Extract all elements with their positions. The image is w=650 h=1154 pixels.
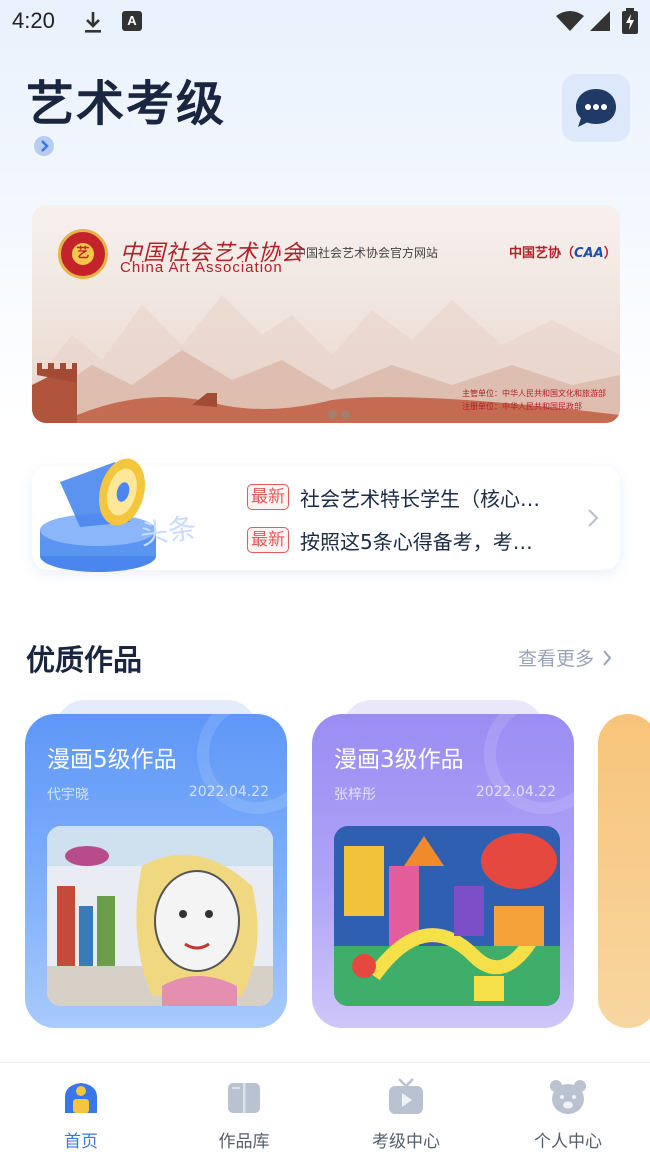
banner-carousel[interactable]: 艺 中国社会艺术协会 China Art Association 中国社会艺术协… — [32, 205, 620, 423]
status-bar: 4:20 A — [0, 0, 650, 44]
mountain-illustration — [32, 295, 620, 423]
book-icon — [228, 1083, 260, 1113]
news-tag: 最新 — [247, 484, 289, 510]
bear-icon — [550, 1080, 586, 1114]
wifi-icon — [556, 11, 584, 31]
megaphone-icon: 头条 — [40, 458, 198, 572]
status-time: 4:20 — [12, 8, 55, 33]
chat-bubble-icon — [576, 89, 616, 127]
logo-char: 艺 — [72, 243, 94, 265]
work-date: 2022.04.22 — [188, 784, 269, 800]
bottom-tab-bar: 首页 作品库 考级中心 个人中心 — [0, 1062, 650, 1154]
tab-label: 个人中心 — [534, 1132, 602, 1152]
notification-a-icon: A — [122, 11, 142, 31]
brand-abbr: CAA — [574, 246, 604, 261]
signal-icon — [590, 11, 610, 31]
work-card-partial[interactable] — [598, 714, 650, 1028]
news-text: 社会艺术特长学生（核心… — [300, 486, 540, 511]
banner-org-name-en: China Art Association — [120, 259, 283, 276]
see-more-label: 查看更多 — [518, 648, 595, 670]
work-author: 代宇晓 — [47, 787, 89, 803]
brand-close: ） — [603, 246, 617, 261]
tab-home[interactable]: 首页 — [26, 1077, 136, 1152]
tab-profile[interactable]: 个人中心 — [513, 1077, 623, 1152]
tab-label: 首页 — [64, 1132, 98, 1152]
tab-label: 作品库 — [218, 1132, 270, 1152]
news-illus-text: 头条 — [138, 511, 198, 551]
work-author: 张梓彤 — [334, 787, 376, 803]
artwork-image — [334, 826, 560, 1006]
see-more-link[interactable]: 查看更多 — [518, 644, 612, 671]
banner-site-label: 中国社会艺术协会官方网站 — [294, 246, 439, 260]
work-card[interactable]: 漫画5级作品 代宇晓 2022.04.22 — [25, 714, 287, 1028]
chevron-right-icon[interactable] — [586, 507, 600, 529]
carousel-dot[interactable] — [341, 410, 350, 419]
banner-org-line-2: 注册单位：中华人民共和国民政部 — [462, 402, 582, 411]
artwork-image — [47, 826, 273, 1006]
home-icon — [65, 1083, 97, 1113]
download-icon — [85, 12, 101, 33]
news-tag: 最新 — [247, 527, 289, 553]
news-item[interactable]: 最新 社会艺术特长学生（核心… — [247, 482, 562, 512]
chevron-right-icon — [603, 649, 612, 666]
tab-works[interactable]: 作品库 — [189, 1077, 299, 1152]
tab-exam-center[interactable]: 考级中心 — [351, 1077, 461, 1152]
tab-label: 考级中心 — [372, 1132, 440, 1152]
association-logo: 艺 — [58, 229, 108, 279]
battery-icon — [622, 8, 638, 34]
title-chevron-icon[interactable] — [34, 136, 54, 156]
work-card[interactable]: 漫画3级作品 张梓彤 2022.04.22 — [312, 714, 574, 1028]
news-text: 按照这5条心得备考，考… — [300, 529, 533, 554]
work-title: 漫画5级作品 — [47, 747, 177, 773]
message-button[interactable] — [562, 74, 630, 142]
work-date: 2022.04.22 — [475, 784, 556, 800]
section-title: 优质作品 — [26, 643, 143, 677]
news-item[interactable]: 最新 按照这5条心得备考，考… — [247, 525, 562, 555]
page-title: 艺术考级 — [26, 76, 227, 132]
tv-icon — [389, 1078, 423, 1114]
carousel-dot[interactable] — [328, 410, 337, 419]
brand-cn: 中国艺协（ — [509, 246, 575, 261]
carousel-indicator — [328, 404, 358, 419]
banner-org-line-1: 主管单位：中华人民共和国文化和旅游部 — [462, 389, 606, 398]
work-title: 漫画3级作品 — [334, 747, 464, 773]
banner-brand: 中国艺协（CAA） — [509, 242, 617, 261]
